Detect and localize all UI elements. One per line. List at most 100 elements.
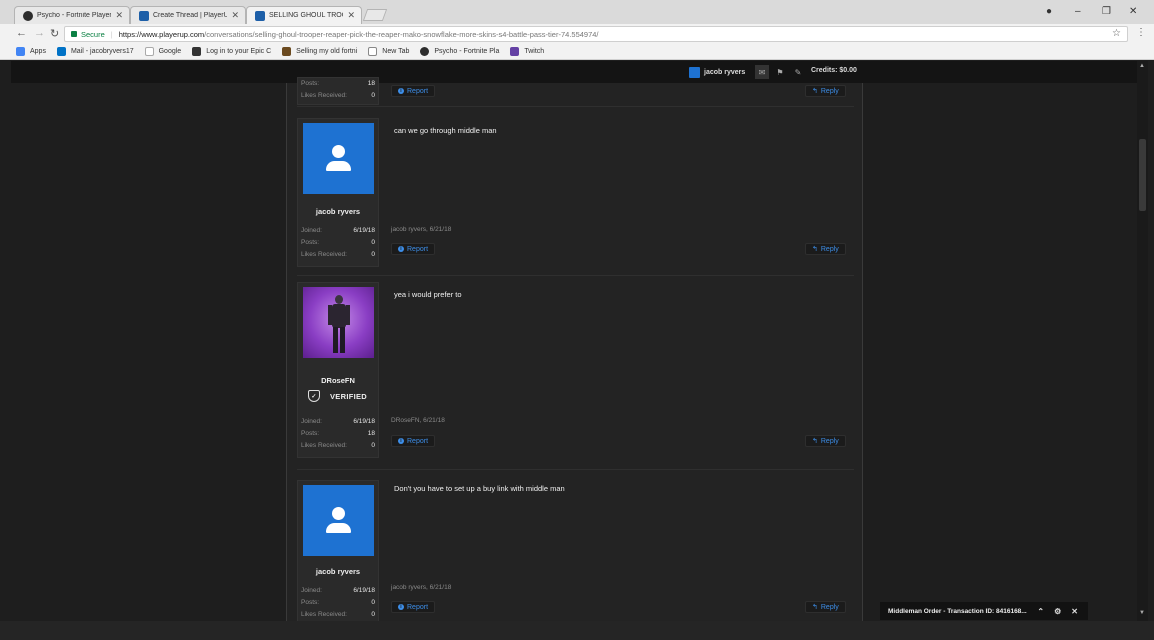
stat-value: 18 bbox=[367, 430, 375, 437]
stat-value: 0 bbox=[371, 442, 375, 449]
back-arrow-icon[interactable]: ← bbox=[16, 27, 27, 39]
post-meta[interactable]: DRoseFN, 6/21/18 bbox=[391, 417, 445, 424]
bookmark-label: Mail - jacobryvers17 bbox=[70, 48, 134, 55]
bookmark-epic[interactable]: Log in to your Epic C bbox=[192, 47, 271, 56]
bookmark-label: New Tab bbox=[382, 48, 410, 55]
middleman-chat-bar[interactable]: Middleman Order - Transaction ID: 841616… bbox=[880, 602, 1088, 620]
gear-icon[interactable]: ⚙ bbox=[1054, 607, 1061, 616]
user-silhouette-body bbox=[326, 161, 351, 171]
close-tab-icon[interactable]: ✕ bbox=[347, 10, 355, 21]
stat-label: Posts: bbox=[301, 599, 320, 606]
scrollbar-thumb[interactable] bbox=[1139, 139, 1146, 211]
report-label: Report bbox=[407, 437, 429, 445]
default-avatar[interactable] bbox=[303, 123, 374, 194]
bookmark-star-icon[interactable]: ☆ bbox=[1112, 28, 1121, 39]
user-silhouette-body bbox=[326, 523, 351, 533]
chevron-up-icon[interactable]: ⌃ bbox=[1037, 607, 1044, 616]
report-button[interactable]: i Report bbox=[391, 601, 436, 613]
report-button[interactable]: i Report bbox=[391, 435, 436, 447]
epic-icon bbox=[192, 47, 202, 56]
reply-arrow-icon: ↰ bbox=[812, 438, 818, 445]
username-link[interactable]: jacob ryvers bbox=[298, 567, 378, 576]
stat-likes: Likes Received: 0 bbox=[301, 611, 377, 621]
reply-label: Reply bbox=[820, 603, 839, 611]
scroll-up-arrow-icon[interactable]: ▲ bbox=[1139, 63, 1145, 69]
apps-grid-icon bbox=[16, 47, 25, 56]
user-info-block: Posts: 18 Likes Received: 0 bbox=[297, 77, 379, 105]
fortnite-skin-image bbox=[328, 293, 350, 355]
new-tab-button[interactable] bbox=[362, 9, 388, 21]
window-bottom-edge bbox=[0, 621, 1154, 640]
stat-label: Joined: bbox=[301, 587, 322, 594]
bookmark-label: Psycho - Fortnite Pla bbox=[434, 48, 500, 55]
report-button[interactable]: i Report bbox=[391, 243, 436, 255]
url-input[interactable]: Secure | https://www.playerup.com /conve… bbox=[64, 26, 1128, 42]
skin-body bbox=[332, 304, 346, 328]
reply-label: Reply bbox=[820, 245, 839, 253]
browser-tab-strip: Psycho - Fortnite Player S ✕ Create Thre… bbox=[0, 0, 1154, 24]
bookmark-apps[interactable]: Apps bbox=[16, 47, 46, 56]
default-avatar[interactable] bbox=[303, 485, 374, 556]
browser-tab-active[interactable]: SELLING GHOUL TROOPE ✕ bbox=[246, 6, 362, 24]
reply-button[interactable]: ↰ Reply bbox=[805, 85, 846, 97]
minimize-icon[interactable]: – bbox=[1075, 6, 1081, 17]
reply-button[interactable]: ↰ Reply bbox=[805, 435, 846, 447]
reply-button[interactable]: ↰ Reply bbox=[805, 243, 846, 255]
close-window-icon[interactable]: ✕ bbox=[1129, 6, 1137, 17]
report-button[interactable]: i Report bbox=[391, 85, 436, 97]
bookmark-psycho[interactable]: Psycho - Fortnite Pla bbox=[420, 47, 499, 56]
info-icon: i bbox=[398, 246, 404, 252]
user-info-block: jacob ryvers Joined: 6/19/18 Posts: 0 Li… bbox=[297, 480, 379, 621]
maximize-icon[interactable]: ❐ bbox=[1102, 6, 1111, 17]
stat-posts: Posts: 18 bbox=[301, 80, 377, 91]
reply-button[interactable]: ↰ Reply bbox=[805, 601, 846, 613]
chrome-menu-icon[interactable]: ⋮ bbox=[1136, 27, 1146, 38]
reload-icon[interactable]: ↻ bbox=[50, 27, 59, 40]
bookmark-label: Log in to your Epic C bbox=[206, 48, 272, 55]
reply-label: Reply bbox=[820, 87, 839, 95]
reply-label: Reply bbox=[820, 437, 839, 445]
skin-avatar[interactable] bbox=[303, 287, 374, 358]
page-scrollbar[interactable]: ▲ ▼ bbox=[1137, 61, 1148, 621]
post-meta[interactable]: jacob ryvers, 6/21/18 bbox=[391, 226, 451, 233]
info-icon: i bbox=[398, 88, 404, 94]
username-link[interactable]: DRoseFN bbox=[298, 376, 378, 385]
post-meta[interactable]: jacob ryvers, 6/21/18 bbox=[391, 584, 451, 591]
close-tab-icon[interactable]: ✕ bbox=[231, 10, 239, 21]
close-icon[interactable]: ✕ bbox=[1071, 607, 1078, 616]
close-tab-icon[interactable]: ✕ bbox=[115, 10, 123, 21]
stat-joined: Joined: 6/19/18 bbox=[301, 227, 377, 238]
stat-label: Likes Received: bbox=[301, 92, 347, 99]
bag-icon bbox=[282, 47, 292, 56]
bookmark-twitch[interactable]: Twitch bbox=[510, 47, 544, 56]
message-post: jacob ryvers Joined: 6/19/18 Posts: 0 Li… bbox=[297, 480, 854, 621]
profile-icon[interactable]: ● bbox=[1046, 6, 1052, 17]
tab-title: Create Thread | PlayerUp bbox=[153, 12, 228, 19]
message-text: Don't you have to set up a buy link with… bbox=[394, 484, 565, 493]
page-icon bbox=[368, 47, 378, 56]
stat-label: Posts: bbox=[301, 430, 320, 437]
skin-leg bbox=[333, 327, 338, 353]
stat-value: 6/19/18 bbox=[353, 227, 375, 234]
scroll-down-arrow-icon[interactable]: ▼ bbox=[1139, 610, 1145, 616]
stat-value: 0 bbox=[371, 251, 375, 258]
credits-balance[interactable]: Credits: $0.00 bbox=[811, 67, 857, 74]
forward-arrow-icon[interactable]: → bbox=[34, 27, 45, 39]
bookmark-newtab[interactable]: New Tab bbox=[368, 47, 409, 56]
bookmark-mail[interactable]: Mail - jacobryvers17 bbox=[56, 47, 134, 56]
stat-value: 6/19/18 bbox=[353, 418, 375, 425]
browser-tab[interactable]: Psycho - Fortnite Player S ✕ bbox=[14, 6, 130, 24]
stat-joined: Joined: 6/19/18 bbox=[301, 587, 377, 598]
playerup-favicon-icon bbox=[255, 10, 265, 21]
stat-label: Posts: bbox=[301, 80, 320, 87]
psycho-favicon-icon bbox=[23, 10, 33, 21]
web-page: jacob ryvers ✉ ⚑ ✎ Credits: $0.00 Posts:… bbox=[11, 61, 1137, 621]
skin-leg bbox=[340, 327, 345, 353]
bookmark-selling[interactable]: Selling my old fortni bbox=[282, 47, 357, 56]
reply-arrow-icon: ↰ bbox=[812, 88, 818, 95]
message-post: jacob ryvers Joined: 6/19/18 Posts: 0 Li… bbox=[297, 118, 854, 276]
bookmark-google[interactable]: Google bbox=[144, 47, 181, 56]
browser-tab[interactable]: Create Thread | PlayerUp ✕ bbox=[130, 6, 246, 24]
stat-posts: Posts: 0 bbox=[301, 239, 377, 250]
username-link[interactable]: jacob ryvers bbox=[298, 207, 378, 216]
